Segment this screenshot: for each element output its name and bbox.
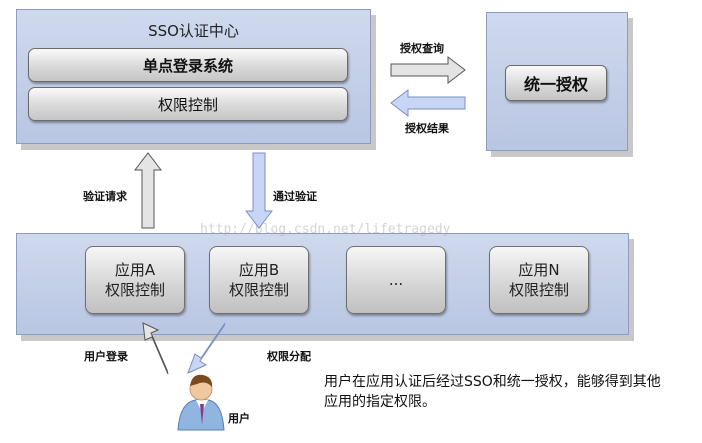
permission-assign-label: 权限分配: [267, 350, 311, 363]
auth-query-label: 授权查询: [400, 42, 444, 55]
verify-request-label: 验证请求: [83, 190, 127, 203]
auth-query-arrow: [390, 55, 466, 85]
permission-assign-arrow: [187, 322, 226, 374]
user-label: 用户: [228, 412, 250, 425]
user-login-arrow: [142, 322, 169, 375]
user-icon: [177, 374, 225, 431]
description-note: 用户在应用认证后经过SSO和统一授权，能够得到其他应用的指定权限。: [324, 374, 661, 410]
auth-result-arrow: [390, 88, 466, 118]
user-login-label: 用户登录: [84, 350, 128, 363]
auth-result-label: 授权结果: [405, 122, 449, 135]
verify-request-arrow: [133, 152, 163, 229]
pass-verify-label: 通过验证: [273, 190, 317, 203]
pass-verify-arrow: [244, 152, 274, 229]
